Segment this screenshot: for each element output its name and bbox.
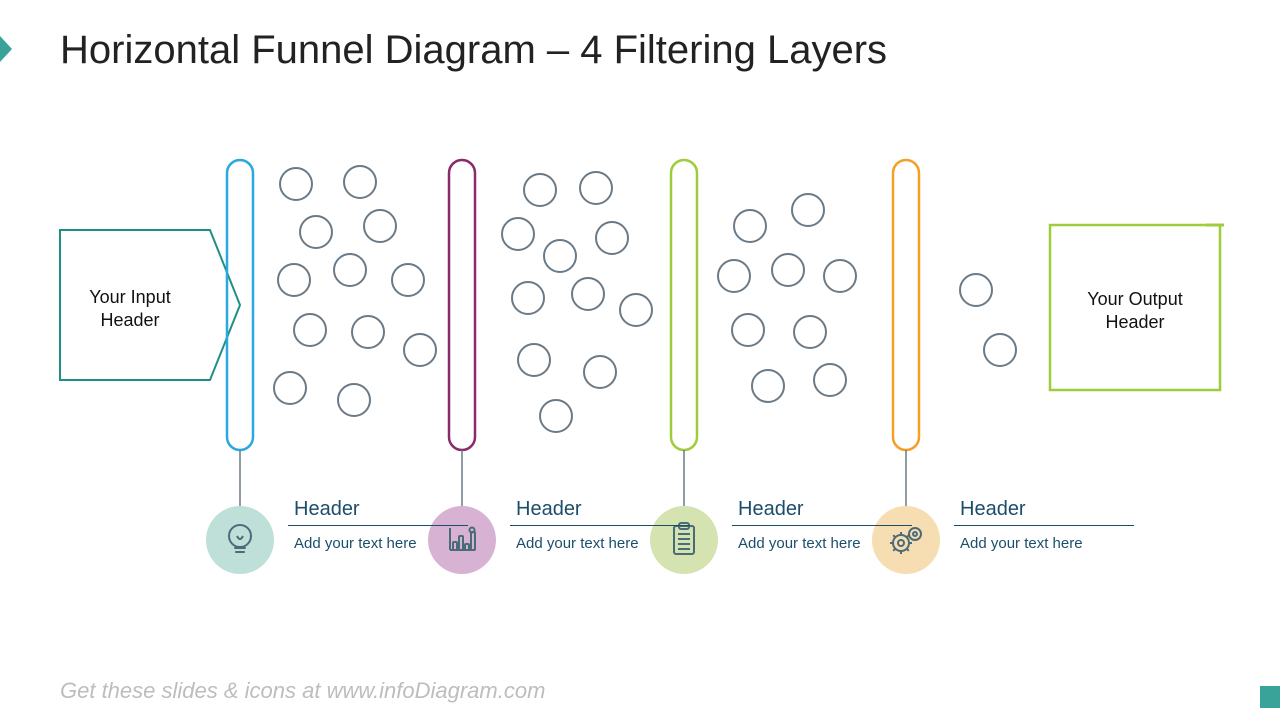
input-label: Your Input Header — [70, 286, 190, 331]
particle — [596, 222, 628, 254]
layer-4-body: Add your text here — [954, 534, 1134, 554]
layer-3-body: Add your text here — [732, 534, 912, 554]
particle — [338, 384, 370, 416]
particle — [572, 278, 604, 310]
particle — [502, 218, 534, 250]
particle — [344, 166, 376, 198]
particle — [732, 314, 764, 346]
layer-1-header: Header — [288, 498, 468, 526]
particle — [620, 294, 652, 326]
particle — [544, 240, 576, 272]
particle — [984, 334, 1016, 366]
particle — [334, 254, 366, 286]
particle — [752, 370, 784, 402]
particle — [824, 260, 856, 292]
layer-1-body: Add your text here — [288, 534, 468, 554]
particle — [294, 314, 326, 346]
particle — [392, 264, 424, 296]
particle — [352, 316, 384, 348]
particle — [580, 172, 612, 204]
particle — [364, 210, 396, 242]
filter-pill-4 — [893, 160, 919, 450]
particle — [718, 260, 750, 292]
funnel-diagram — [0, 0, 1280, 720]
layer-2-callout: Header Add your text here — [510, 498, 690, 554]
particle — [734, 210, 766, 242]
output-label: Your Output Header — [1062, 288, 1208, 333]
layer-1-callout: Header Add your text here — [288, 498, 468, 554]
particle — [794, 316, 826, 348]
filter-pill-2 — [449, 160, 475, 450]
particle — [518, 344, 550, 376]
particle — [792, 194, 824, 226]
particle — [278, 264, 310, 296]
particle — [404, 334, 436, 366]
filter-pill-3 — [671, 160, 697, 450]
particle — [512, 282, 544, 314]
particle — [280, 168, 312, 200]
corner-accent — [1260, 686, 1280, 708]
particle — [540, 400, 572, 432]
layer-2-body: Add your text here — [510, 534, 690, 554]
particle — [584, 356, 616, 388]
particle — [772, 254, 804, 286]
layer-4-header: Header — [954, 498, 1134, 526]
particle — [814, 364, 846, 396]
layer-2-header: Header — [510, 498, 690, 526]
footer-text: Get these slides & icons at www.infoDiag… — [60, 678, 545, 704]
layer-3-callout: Header Add your text here — [732, 498, 912, 554]
particle — [300, 216, 332, 248]
particle — [960, 274, 992, 306]
layer-3-header: Header — [732, 498, 912, 526]
layer-4-callout: Header Add your text here — [954, 498, 1134, 554]
particle — [524, 174, 556, 206]
particle — [274, 372, 306, 404]
